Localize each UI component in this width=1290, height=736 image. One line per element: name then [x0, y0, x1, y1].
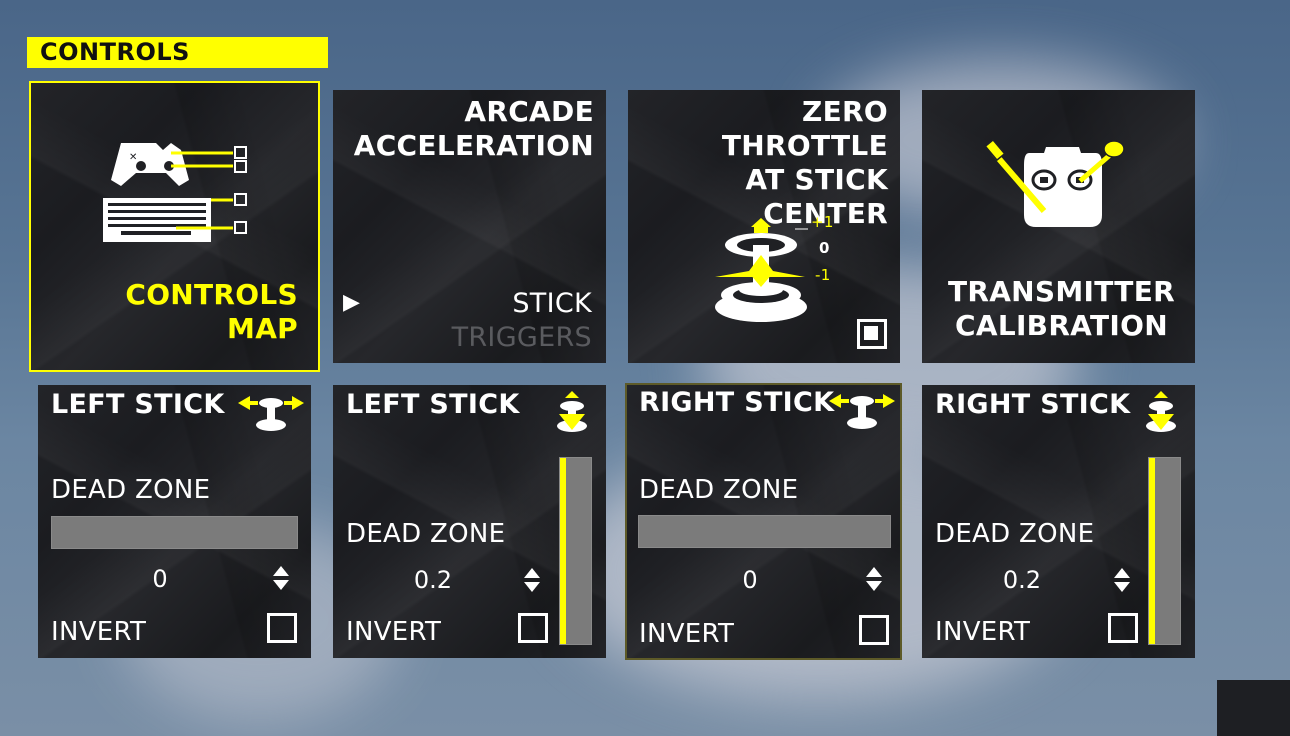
zero-throttle-checkbox[interactable] — [857, 319, 887, 349]
spinner-arrows-icon[interactable] — [522, 566, 542, 594]
spinner-arrows-icon[interactable] — [864, 565, 884, 593]
invert-checkbox[interactable] — [1108, 613, 1138, 643]
left-stick-horizontal-tile[interactable]: LEFT STICK DEAD ZONE 0 INVERT — [38, 385, 311, 658]
stick-vertical-icon — [1146, 391, 1176, 432]
arcade-acceleration-title: ARCADE ACCELERATION — [353, 95, 594, 162]
invert-label: INVERT — [346, 617, 442, 647]
throttle-plus-label: +1 — [811, 213, 834, 231]
stick-vertical-icon — [557, 391, 587, 432]
option-triggers[interactable]: TRIGGERS — [452, 322, 592, 353]
dead-zone-label: DEAD ZONE — [346, 519, 506, 549]
controls-map-tile[interactable]: ✕ CONTROLS MAP — [29, 81, 320, 372]
stick-title: LEFT STICK — [346, 389, 520, 420]
partial-tile — [1217, 680, 1290, 736]
gamepad-keyboard-icon: ✕ — [103, 143, 247, 242]
svg-text:✕: ✕ — [129, 152, 137, 163]
dead-zone-value: 0.2 — [1002, 566, 1042, 594]
dead-zone-value: 0 — [742, 566, 758, 594]
invert-checkbox[interactable] — [859, 615, 889, 645]
transmitter-calibration-tile[interactable]: TRANSMITTER CALIBRATION — [922, 90, 1195, 363]
right-stick-horizontal-tile[interactable]: RIGHT STICK DEAD ZONE 0 INVERT — [625, 383, 902, 660]
dead-zone-label: DEAD ZONE — [639, 475, 799, 505]
invert-label: INVERT — [935, 617, 1031, 647]
invert-label: INVERT — [51, 617, 147, 647]
transmitter-icon — [984, 138, 1125, 227]
stick-title: LEFT STICK — [51, 389, 225, 420]
stick-title: RIGHT STICK — [935, 389, 1131, 420]
stick-horizontal-icon — [829, 394, 895, 429]
stick-horizontal-icon — [238, 396, 304, 431]
dead-zone-slider[interactable] — [559, 457, 592, 645]
stick-title: RIGHT STICK — [639, 387, 835, 418]
transmitter-title: TRANSMITTER CALIBRATION — [947, 275, 1175, 342]
arcade-acceleration-tile[interactable]: ARCADE ACCELERATION ▶ STICK TRIGGERS — [333, 90, 606, 363]
left-stick-vertical-tile[interactable]: LEFT STICK DEAD ZONE 0.2 INVERT — [333, 385, 606, 658]
spinner-arrows-icon[interactable] — [271, 564, 291, 592]
controls-map-title: CONTROLS MAP — [125, 278, 298, 345]
invert-checkbox[interactable] — [518, 613, 548, 643]
dead-zone-label: DEAD ZONE — [935, 519, 1095, 549]
option-stick[interactable]: STICK — [512, 288, 592, 319]
dead-zone-value: 0.2 — [413, 566, 453, 594]
dead-zone-value: 0 — [152, 565, 168, 593]
invert-label: INVERT — [639, 619, 735, 649]
throttle-minus-label: -1 — [815, 266, 831, 284]
throttle-zero-label: 0 — [819, 239, 830, 257]
section-header: CONTROLS — [27, 37, 328, 68]
play-arrow-icon: ▶ — [343, 290, 360, 315]
zero-throttle-title: ZERO THROTTLE AT STICK CENTER — [721, 95, 888, 230]
dead-zone-slider[interactable] — [638, 515, 891, 548]
spinner-arrows-icon[interactable] — [1112, 566, 1132, 594]
dead-zone-slider[interactable] — [51, 516, 298, 549]
dead-zone-slider[interactable] — [1148, 457, 1181, 645]
invert-checkbox[interactable] — [267, 613, 297, 643]
zero-throttle-tile[interactable]: ZERO THROTTLE AT STICK CENTER +1 0 -1 — [628, 90, 900, 363]
right-stick-vertical-tile[interactable]: RIGHT STICK DEAD ZONE 0.2 INVERT — [922, 385, 1195, 658]
dead-zone-label: DEAD ZONE — [51, 475, 211, 505]
